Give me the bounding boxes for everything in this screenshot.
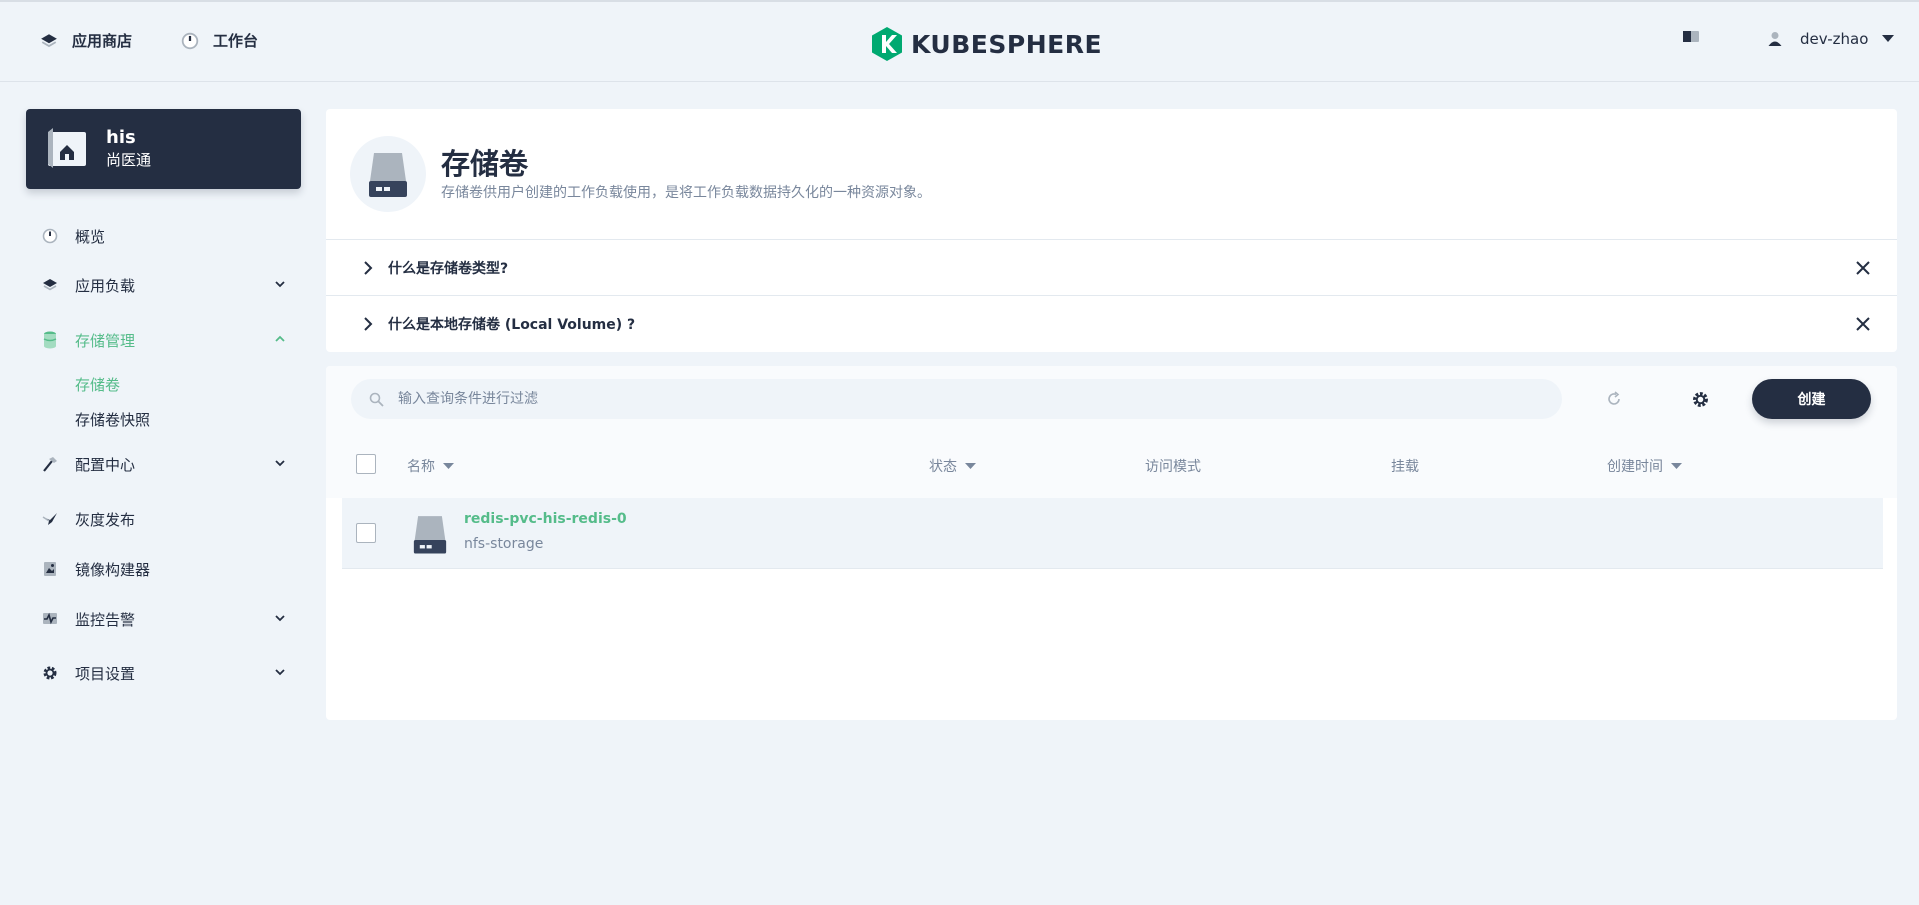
close-icon[interactable] [1855,260,1871,276]
top-bar: 应用商店 工作台 KUBESPHERE dev-zhao [0,0,1919,82]
sidebar-item-label: 应用负载 [75,276,136,295]
sidebar-item-monitoring[interactable]: 监控告警 [42,604,287,634]
table-header: 名称 状态 访问模式 挂载 创建时间 [326,432,1897,498]
sort-caret-icon [965,462,976,469]
column-label: 访问模式 [1145,459,1201,475]
chevron-up-icon [275,335,285,342]
list-toolbar: 创建 [326,366,1897,432]
sidebar-sub-volumes[interactable]: 存储卷 [75,374,120,395]
sidebar-item-storage[interactable]: 存储管理 [42,325,287,355]
chevron-down-icon [275,281,285,288]
sidebar-item-overview[interactable]: 概览 [42,221,287,251]
project-icon [48,128,86,168]
page-title: 存储卷 [441,147,529,181]
project-name: his [106,127,136,148]
sidebar-item-image-builder[interactable]: 镜像构建器 [42,554,287,584]
workbench-label: 工作台 [213,32,259,50]
column-label: 状态 [929,459,957,475]
caret-down-icon [1882,35,1895,42]
column-mount: 挂载 [1391,456,1419,476]
chevron-down-icon [275,669,285,676]
sidebar-item-label: 配置中心 [75,455,136,474]
tip-volume-types[interactable]: 什么是存储卷类型? [326,239,1897,295]
column-created[interactable]: 创建时间 [1607,456,1682,476]
tip-text: 什么是本地存储卷 (Local Volume) ? [388,316,636,333]
refresh-button[interactable] [1603,388,1625,410]
create-button[interactable]: 创建 [1752,379,1871,419]
column-name[interactable]: 名称 [407,456,454,476]
sort-caret-icon [1671,462,1682,469]
volume-icon [350,136,426,212]
hammer-icon [42,456,58,472]
image-icon [42,561,58,577]
refresh-icon [1608,391,1620,405]
page-description: 存储卷供用户创建的工作负载使用，是将工作负载数据持久化的一种资源对象。 [441,185,931,201]
column-status[interactable]: 状态 [929,456,976,476]
chevron-right-icon [364,316,373,331]
sidebar-item-config[interactable]: 配置中心 [42,449,287,479]
sidebar-item-label: 镜像构建器 [75,560,151,579]
sidebar-item-grayscale[interactable]: 灰度发布 [42,504,287,534]
close-icon[interactable] [1855,316,1871,332]
chevron-right-icon [364,260,373,275]
app-store-link[interactable]: 应用商店 [40,30,132,51]
toggle-layout-button[interactable] [1682,30,1700,44]
column-access-mode: 访问模式 [1145,456,1201,476]
project-description: 尚医通 [106,151,152,169]
user-icon [1768,32,1782,46]
column-label: 挂载 [1391,459,1419,475]
settings-button[interactable] [1689,388,1711,410]
row-checkbox[interactable] [356,523,376,543]
chevron-down-icon [275,615,285,622]
search-icon [369,392,384,407]
volume-name-link[interactable]: redis-pvc-his-redis-0 [464,511,627,527]
gear-icon [42,665,58,681]
database-icon [42,331,58,349]
sidebar-item-label: 项目设置 [75,664,136,683]
volume-icon [413,516,447,554]
layers-icon [42,277,58,293]
sidebar-item-label: 灰度发布 [75,510,136,529]
panel-icon [1683,31,1699,42]
logo-text: KUBESPHERE [911,29,1103,59]
sidebar-sub-volume-snapshots[interactable]: 存储卷快照 [75,409,150,430]
sidebar-item-project-settings[interactable]: 项目设置 [42,658,287,688]
dashboard-icon [181,32,199,49]
kubesphere-logo[interactable]: KUBESPHERE [871,26,1102,62]
sort-caret-icon [443,462,454,469]
column-label: 创建时间 [1607,459,1663,475]
storage-class: nfs-storage [464,536,544,552]
page-header-card: 存储卷 存储卷供用户创建的工作负载使用，是将工作负载数据持久化的一种资源对象。 … [326,109,1897,352]
workbench-link[interactable]: 工作台 [181,30,258,51]
sidebar-item-workloads[interactable]: 应用负载 [42,270,287,300]
column-label: 名称 [407,459,435,475]
sidebar-item-label: 存储管理 [75,331,136,350]
tip-local-volume[interactable]: 什么是本地存储卷 (Local Volume) ? [326,295,1897,351]
tip-text: 什么是存储卷类型? [388,260,509,277]
layers-icon [41,33,57,47]
select-all-checkbox[interactable] [356,454,376,474]
chevron-down-icon [275,460,285,467]
sidebar-item-label: 概览 [75,227,106,246]
monitor-icon [42,611,58,627]
app-store-label: 应用商店 [72,32,133,50]
search-box[interactable] [351,379,1562,419]
user-menu[interactable]: dev-zhao [1768,30,1895,48]
kubesphere-logo-icon [872,27,902,61]
project-card[interactable]: his 尚医通 [26,109,301,189]
search-input[interactable] [398,391,1498,407]
gear-icon [1692,391,1708,407]
volume-list-card: 创建 名称 状态 访问模式 挂载 创建时间 redis-pv [326,366,1897,720]
dashboard-icon [42,228,58,244]
username: dev-zhao [1800,30,1869,48]
sidebar-item-label: 监控告警 [75,610,136,629]
bird-icon [42,511,58,527]
table-row[interactable]: redis-pvc-his-redis-0 nfs-storage [342,498,1883,569]
